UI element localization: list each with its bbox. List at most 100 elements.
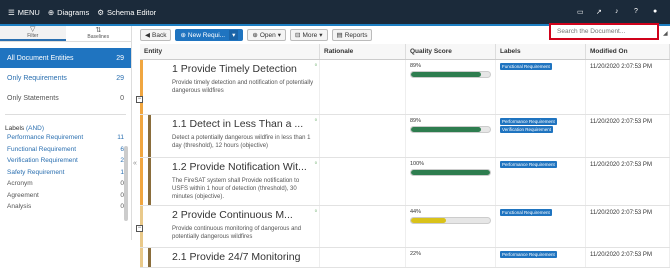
- search-input[interactable]: Search the Document...: [549, 23, 659, 40]
- chevron-down-icon[interactable]: ▾: [229, 30, 239, 40]
- entity-description: Provide continuous monitoring of dangero…: [172, 226, 302, 240]
- comment-icon[interactable]: ▭: [577, 8, 586, 17]
- modified-date: 11/20/2020 2:07:53 PM: [590, 210, 652, 216]
- label-filter-functional[interactable]: Functional Requirement 6: [0, 144, 131, 156]
- more-icon: ⊟: [295, 32, 301, 39]
- col-quality[interactable]: Quality Score: [406, 44, 496, 59]
- row-indicator-icon: 0: [314, 62, 317, 67]
- nav-only-statements[interactable]: Only Statements 0: [0, 88, 131, 108]
- sidebar: ▽ Filter ⇅ Baselines All Document Entiti…: [0, 26, 132, 240]
- collapse-sidebar-icon[interactable]: «: [133, 160, 140, 174]
- chevron-up-icon[interactable]: ◢: [663, 30, 668, 37]
- chevron-down-icon: ▾: [319, 32, 323, 39]
- open-button[interactable]: ⊕ Open ▾: [247, 29, 287, 41]
- label-filter-safety[interactable]: Safety Requirement 1: [0, 167, 131, 179]
- hierarchy-bar: [148, 158, 151, 205]
- table-row[interactable]: − 2 Provide Continuous M... Provide cont…: [136, 206, 670, 248]
- entity-title[interactable]: 2 Provide Continuous M...: [172, 209, 315, 221]
- tab-filter[interactable]: ▽ Filter: [0, 26, 66, 41]
- label-filter-analysis[interactable]: Analysis 0: [0, 201, 131, 213]
- row-indicator-icon: 0: [314, 208, 317, 213]
- schema-icon: ⚙: [97, 7, 104, 17]
- top-nav-bar: ☰ MENU ⊕ Diagrams ⚙ Schema Editor ▭ ↗ ♪ …: [0, 0, 670, 24]
- nav-all-entities[interactable]: All Document Entities 29: [0, 48, 131, 68]
- hierarchy-bar: [140, 60, 143, 114]
- hierarchy-bar: [140, 248, 143, 267]
- quality-score-text: 44%: [410, 209, 422, 215]
- new-requirement-button[interactable]: ⊕ New Requi... ▾: [175, 29, 244, 41]
- collapse-icon[interactable]: −: [136, 96, 143, 103]
- col-entity[interactable]: Entity: [140, 44, 320, 59]
- bell-icon[interactable]: ♪: [615, 8, 624, 17]
- quality-score-bar: [410, 169, 491, 176]
- entity-title[interactable]: 1.2 Provide Notification Wit...: [172, 161, 315, 173]
- user-icon[interactable]: ●: [653, 8, 662, 17]
- document-grid: Entity Rationale Quality Score Labels Mo…: [136, 44, 670, 268]
- quality-score-bar: [410, 217, 491, 224]
- diagrams-link[interactable]: ⊕ Diagrams: [48, 8, 89, 17]
- back-button[interactable]: ◀ Back: [140, 29, 172, 41]
- quality-score-bar: [410, 126, 491, 133]
- table-row[interactable]: 1.2 Provide Notification Wit... The Fire…: [140, 158, 670, 206]
- menu-icon: ☰: [8, 7, 15, 17]
- label-filter-agreement[interactable]: Agreement 0: [0, 190, 131, 202]
- open-icon: ⊕: [252, 32, 258, 39]
- label-badge[interactable]: Performance Requirement: [500, 118, 557, 125]
- hierarchy-bar: [140, 115, 143, 157]
- col-rationale[interactable]: Rationale: [320, 44, 406, 59]
- label-filter-verification[interactable]: Verification Requirement 2: [0, 155, 131, 167]
- label-filter-performance[interactable]: Performance Requirement 11: [0, 132, 131, 144]
- tab-baselines[interactable]: ⇅ Baselines: [66, 26, 132, 41]
- help-icon[interactable]: ?: [634, 8, 643, 17]
- more-button[interactable]: ⊟ More ▾: [290, 29, 328, 41]
- label-badge[interactable]: Verification Requirement: [500, 126, 554, 133]
- label-badge[interactable]: Functional Requirement: [500, 63, 552, 70]
- label-filter-acronym[interactable]: Acronym 0: [0, 178, 131, 190]
- filter-icon: ▽: [30, 26, 36, 33]
- quality-score-bar: [410, 71, 491, 78]
- chevron-down-icon: ▾: [277, 32, 282, 39]
- hierarchy-bar: [140, 158, 143, 205]
- diagrams-icon: ⊕: [47, 7, 55, 17]
- col-labels[interactable]: Labels: [496, 44, 586, 59]
- table-row[interactable]: 2.1 Provide 24/7 Monitoring 22% Performa…: [140, 248, 670, 268]
- grid-header: Entity Rationale Quality Score Labels Mo…: [140, 44, 670, 60]
- table-row[interactable]: − 1 Provide Timely Detection Provide tim…: [136, 60, 670, 115]
- entity-description: The FireSAT system shall Provide notific…: [172, 178, 300, 200]
- row-indicator-icon: 0: [314, 117, 317, 122]
- labels-mode-toggle[interactable]: (AND): [26, 125, 44, 132]
- plus-icon: ⊕: [180, 32, 186, 39]
- label-badge[interactable]: Performance Requirement: [500, 161, 557, 168]
- row-indicator-icon: 0: [314, 160, 317, 165]
- menu-button[interactable]: ☰ MENU: [8, 8, 40, 17]
- external-link-icon[interactable]: ↗: [596, 8, 605, 17]
- baselines-icon: ⇅: [95, 27, 102, 34]
- reports-icon: ▤: [336, 32, 343, 39]
- entity-description: Detect a potentially dangerous wildfire …: [172, 135, 311, 149]
- modified-date: 11/20/2020 2:07:53 PM: [590, 162, 652, 168]
- back-arrow-icon: ◀: [145, 32, 150, 39]
- table-row[interactable]: 1.1 Detect in Less Than a ... Detect a p…: [140, 115, 670, 158]
- reports-button[interactable]: ▤ Reports: [331, 29, 373, 41]
- hierarchy-bar: [148, 115, 151, 157]
- modified-date: 11/20/2020 2:07:53 PM: [590, 64, 652, 70]
- label-badge[interactable]: Performance Requirement: [500, 251, 557, 258]
- label-badge[interactable]: Functional Requirement: [500, 209, 552, 216]
- collapse-icon[interactable]: −: [136, 225, 143, 232]
- entity-title[interactable]: 1.1 Detect in Less Than a ...: [172, 118, 315, 130]
- col-modified[interactable]: Modified On: [586, 44, 670, 59]
- schema-editor-link[interactable]: ⚙ Schema Editor: [97, 8, 156, 17]
- entity-description: Provide timely detection and notificatio…: [172, 80, 314, 94]
- quality-score-text: 89%: [410, 63, 422, 69]
- modified-date: 11/20/2020 2:07:53 PM: [590, 252, 652, 258]
- hierarchy-bar: [148, 248, 151, 267]
- divider: [5, 114, 126, 115]
- entity-title[interactable]: 2.1 Provide 24/7 Monitoring: [172, 251, 315, 263]
- nav-only-requirements[interactable]: Only Requirements 29: [0, 68, 131, 88]
- sidebar-scrollbar[interactable]: [124, 146, 128, 221]
- quality-score-text: 100%: [410, 161, 425, 167]
- quality-score-text: 22%: [410, 251, 422, 257]
- labels-heading: Labels (AND): [5, 125, 45, 132]
- entity-title[interactable]: 1 Provide Timely Detection: [172, 63, 315, 75]
- modified-date: 11/20/2020 2:07:53 PM: [590, 119, 652, 125]
